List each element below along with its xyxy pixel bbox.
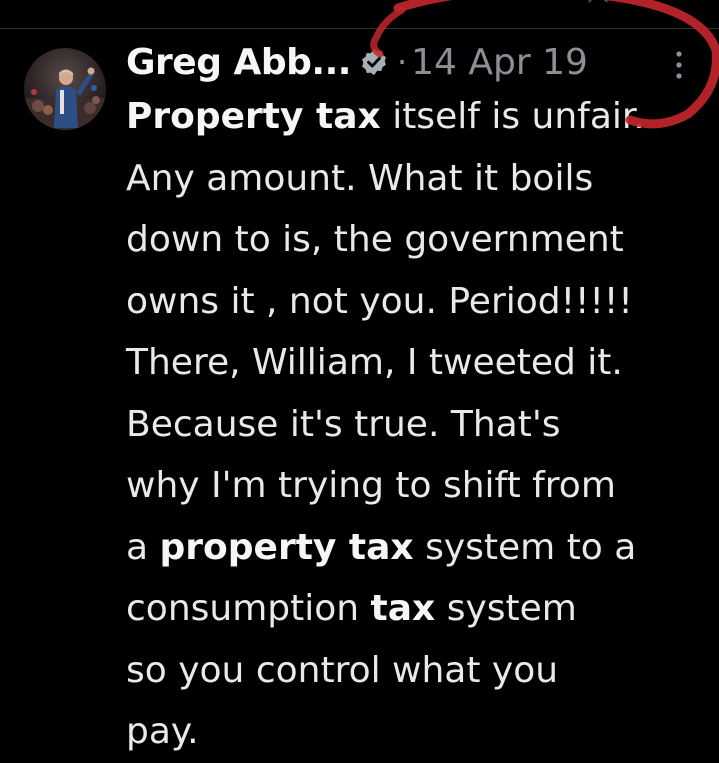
bold-text: tax xyxy=(370,588,436,629)
text-segment: owns it , not you. Period!!!!! xyxy=(126,280,633,322)
tweet-line: down to is, the government xyxy=(126,209,716,271)
text-segment: a xyxy=(126,526,160,568)
tweet-line: Property tax itself is unfair. xyxy=(126,86,716,148)
text-segment: system xyxy=(435,588,577,629)
tweet-divider xyxy=(0,28,719,29)
tweet-line: pay. xyxy=(126,701,716,763)
author-avatar[interactable] xyxy=(24,48,106,130)
tweet-line: so you control what you xyxy=(126,640,716,702)
text-segment: itself is unfair. xyxy=(380,96,645,137)
tweet-line: consumption tax system xyxy=(126,578,716,640)
text-segment: pay. xyxy=(126,711,199,752)
header-separator: · xyxy=(396,43,408,81)
text-segment: down to is, the government xyxy=(126,219,624,260)
text-segment: There, William, I tweeted it. xyxy=(126,342,623,383)
tweet-line: There, William, I tweeted it. xyxy=(126,332,716,394)
text-segment: so you control what you xyxy=(126,649,559,691)
text-segment: Because it's true. That's xyxy=(126,403,561,445)
tweet-header: Greg Abb... · 14 Apr 19 xyxy=(126,36,588,88)
verified-badge-icon xyxy=(362,48,386,76)
tweet-actions-row xyxy=(588,0,608,3)
tweet-text: Property tax itself is unfair. Any amount… xyxy=(126,86,716,763)
tweet-date[interactable]: 14 Apr 19 xyxy=(411,42,588,83)
tweet-line: owns it , not you. Period!!!!! xyxy=(126,271,716,333)
tweet-line: why I'm trying to shift from xyxy=(126,455,716,517)
bold-text: property tax xyxy=(159,526,414,568)
author-name[interactable]: Greg Abb... xyxy=(126,42,351,83)
text-segment: why I'm trying to shift from xyxy=(126,465,616,506)
avatar-photo xyxy=(24,67,106,130)
tweet-line: Any amount. What it boils xyxy=(126,148,716,210)
tweet-line: a property tax system to a xyxy=(126,517,716,579)
more-vertical-icon[interactable] xyxy=(672,50,686,80)
text-segment: consumption xyxy=(126,588,371,629)
text-segment: system to a xyxy=(413,526,637,568)
tweet-line: Because it's true. That's xyxy=(126,394,716,456)
bold-text: Property tax xyxy=(126,96,381,137)
text-segment: Any amount. What it boils xyxy=(126,157,594,199)
